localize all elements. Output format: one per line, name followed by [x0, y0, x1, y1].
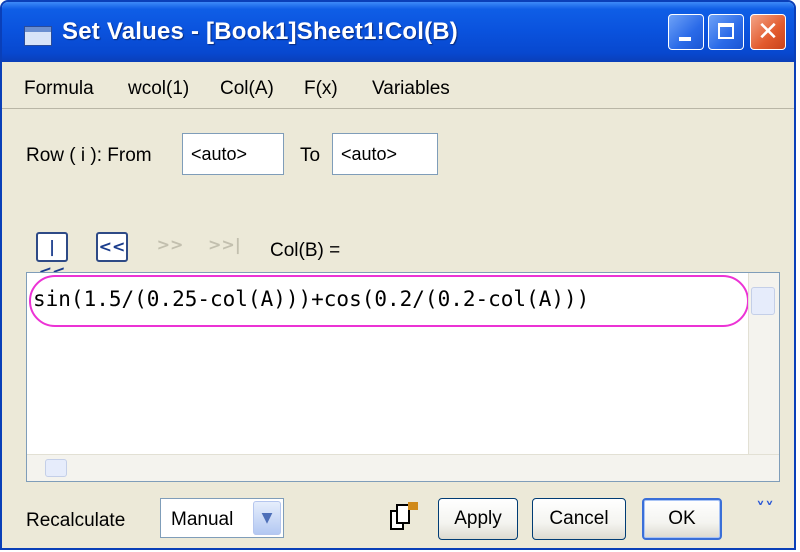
horizontal-scrollbar[interactable] — [27, 454, 779, 481]
horizontal-scroll-thumb[interactable] — [45, 459, 67, 477]
set-values-dialog: Set Values - [Book1]Sheet1!Col(B) ✕ Form… — [0, 0, 796, 550]
window-title: Set Values - [Book1]Sheet1!Col(B) — [62, 18, 459, 45]
code-builder-icon[interactable] — [382, 498, 422, 538]
column-expression-label: Col(B) = — [270, 240, 341, 261]
recalculate-label: Recalculate — [26, 510, 126, 531]
flag-icon — [408, 502, 418, 510]
close-icon: ✕ — [757, 17, 779, 47]
last-row-button: >>| — [208, 235, 241, 254]
menu-bar: Formula wcol(1) Col(A) F(x) Variables — [2, 64, 794, 109]
menu-wcol[interactable]: wcol(1) — [128, 78, 189, 100]
window-icon — [24, 26, 52, 46]
first-row-button[interactable]: |<< — [36, 232, 68, 281]
minimize-icon — [679, 37, 691, 41]
title-bar[interactable]: Set Values - [Book1]Sheet1!Col(B) ✕ — [2, 2, 794, 62]
cancel-button[interactable]: Cancel — [532, 498, 626, 540]
row-to-input[interactable]: <auto> — [332, 133, 438, 175]
maximize-icon — [718, 23, 734, 39]
menu-fx[interactable]: F(x) — [304, 78, 338, 100]
formula-text[interactable]: sin(1.5/(0.25-col(A)))+cos(0.2/(0.2-col(… — [33, 287, 589, 311]
vertical-scroll-thumb[interactable] — [751, 287, 775, 315]
next-row-button: >> — [156, 235, 184, 254]
row-from-input[interactable]: <auto> — [182, 133, 284, 175]
menu-variables[interactable]: Variables — [372, 78, 450, 100]
menu-col-a[interactable]: Col(A) — [220, 78, 274, 100]
vertical-scrollbar[interactable] — [748, 273, 779, 481]
maximize-button[interactable] — [708, 14, 744, 50]
expand-chevron-icon[interactable]: ˅˅ — [750, 501, 780, 536]
recalculate-dropdown[interactable]: Manual ▼ — [160, 498, 284, 538]
chevron-down-icon[interactable]: ▼ — [253, 501, 281, 535]
row-range-label: Row ( i ): From — [26, 145, 152, 166]
menu-formula[interactable]: Formula — [24, 78, 94, 100]
apply-button[interactable]: Apply — [438, 498, 518, 540]
close-button[interactable]: ✕ — [750, 14, 786, 50]
row-to-label: To — [300, 145, 321, 166]
formula-editor[interactable]: sin(1.5/(0.25-col(A)))+cos(0.2/(0.2-col(… — [26, 272, 780, 482]
previous-row-button[interactable]: << — [96, 232, 128, 262]
minimize-button[interactable] — [668, 14, 704, 50]
recalculate-value: Manual — [171, 509, 234, 530]
ok-button[interactable]: OK — [642, 498, 722, 540]
